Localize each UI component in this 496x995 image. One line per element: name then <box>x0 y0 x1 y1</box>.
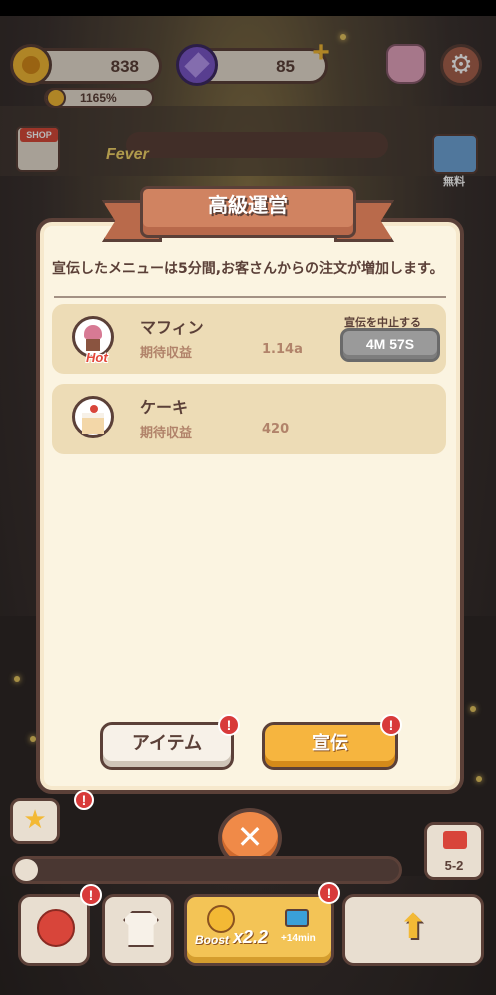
truck-icon <box>443 831 467 849</box>
hot-badge: Hot <box>86 350 108 365</box>
menu-item-cake[interactable]: ケーキ 期待収益 420 <box>52 384 446 454</box>
item-alert-badge: ! <box>218 714 240 736</box>
cake-icon <box>72 396 114 438</box>
star-alert-badge: ! <box>74 790 94 810</box>
up-arrow-icon: ⬆ <box>398 907 428 947</box>
advertise-button[interactable]: 宣伝 <box>262 722 398 770</box>
shirt-button[interactable] <box>102 894 174 966</box>
item-button[interactable]: アイテム <box>100 722 234 770</box>
tv-ad-icon <box>285 909 309 927</box>
yarn-alert-badge: ! <box>80 884 102 906</box>
stop-promotion-button[interactable]: 4M 57S <box>340 328 440 362</box>
menu-item-name: マフィン <box>140 318 204 337</box>
boost-coins-icon <box>207 905 235 933</box>
expected-revenue-label: 期待収益 <box>140 346 193 361</box>
expected-revenue-label: 期待収益 <box>140 426 193 441</box>
divider <box>54 296 446 298</box>
shirt-icon <box>123 911 159 947</box>
dialog-title: 高級運営 <box>208 193 288 217</box>
boost-multiplier: x2.2 <box>233 927 269 947</box>
boost-button[interactable]: Boost x2.2 +14min <box>184 894 334 966</box>
status-bar <box>0 0 496 16</box>
upgrade-button[interactable]: ⬆ <box>342 894 484 966</box>
yarn-button[interactable] <box>18 894 90 966</box>
dialog-title-ribbon: 高級運営 <box>140 186 356 238</box>
boost-time: +14min <box>281 933 316 944</box>
stage-truck-button[interactable]: 5-2 <box>424 822 484 880</box>
advertise-alert-badge: ! <box>380 714 402 736</box>
progress-fill <box>15 859 38 881</box>
stage-label: 5-2 <box>444 858 464 873</box>
boost-alert-badge: ! <box>318 882 340 904</box>
expected-revenue-value: 1.14a <box>262 342 303 357</box>
boost-label: Boost <box>195 933 229 947</box>
star-button[interactable]: ★ <box>10 798 60 844</box>
expected-revenue-value: 420 <box>262 422 290 437</box>
dialog-description: 宣伝したメニューは5分間,お客さんからの注文が増加します。 <box>52 261 444 277</box>
menu-item-name: ケーキ <box>140 398 189 417</box>
yarn-ball-icon <box>37 909 75 947</box>
progress-bar <box>12 856 402 884</box>
menu-item-muffin[interactable]: Hot マフィン 期待収益 1.14a 宣伝を中止する 4M 57S <box>52 304 446 374</box>
